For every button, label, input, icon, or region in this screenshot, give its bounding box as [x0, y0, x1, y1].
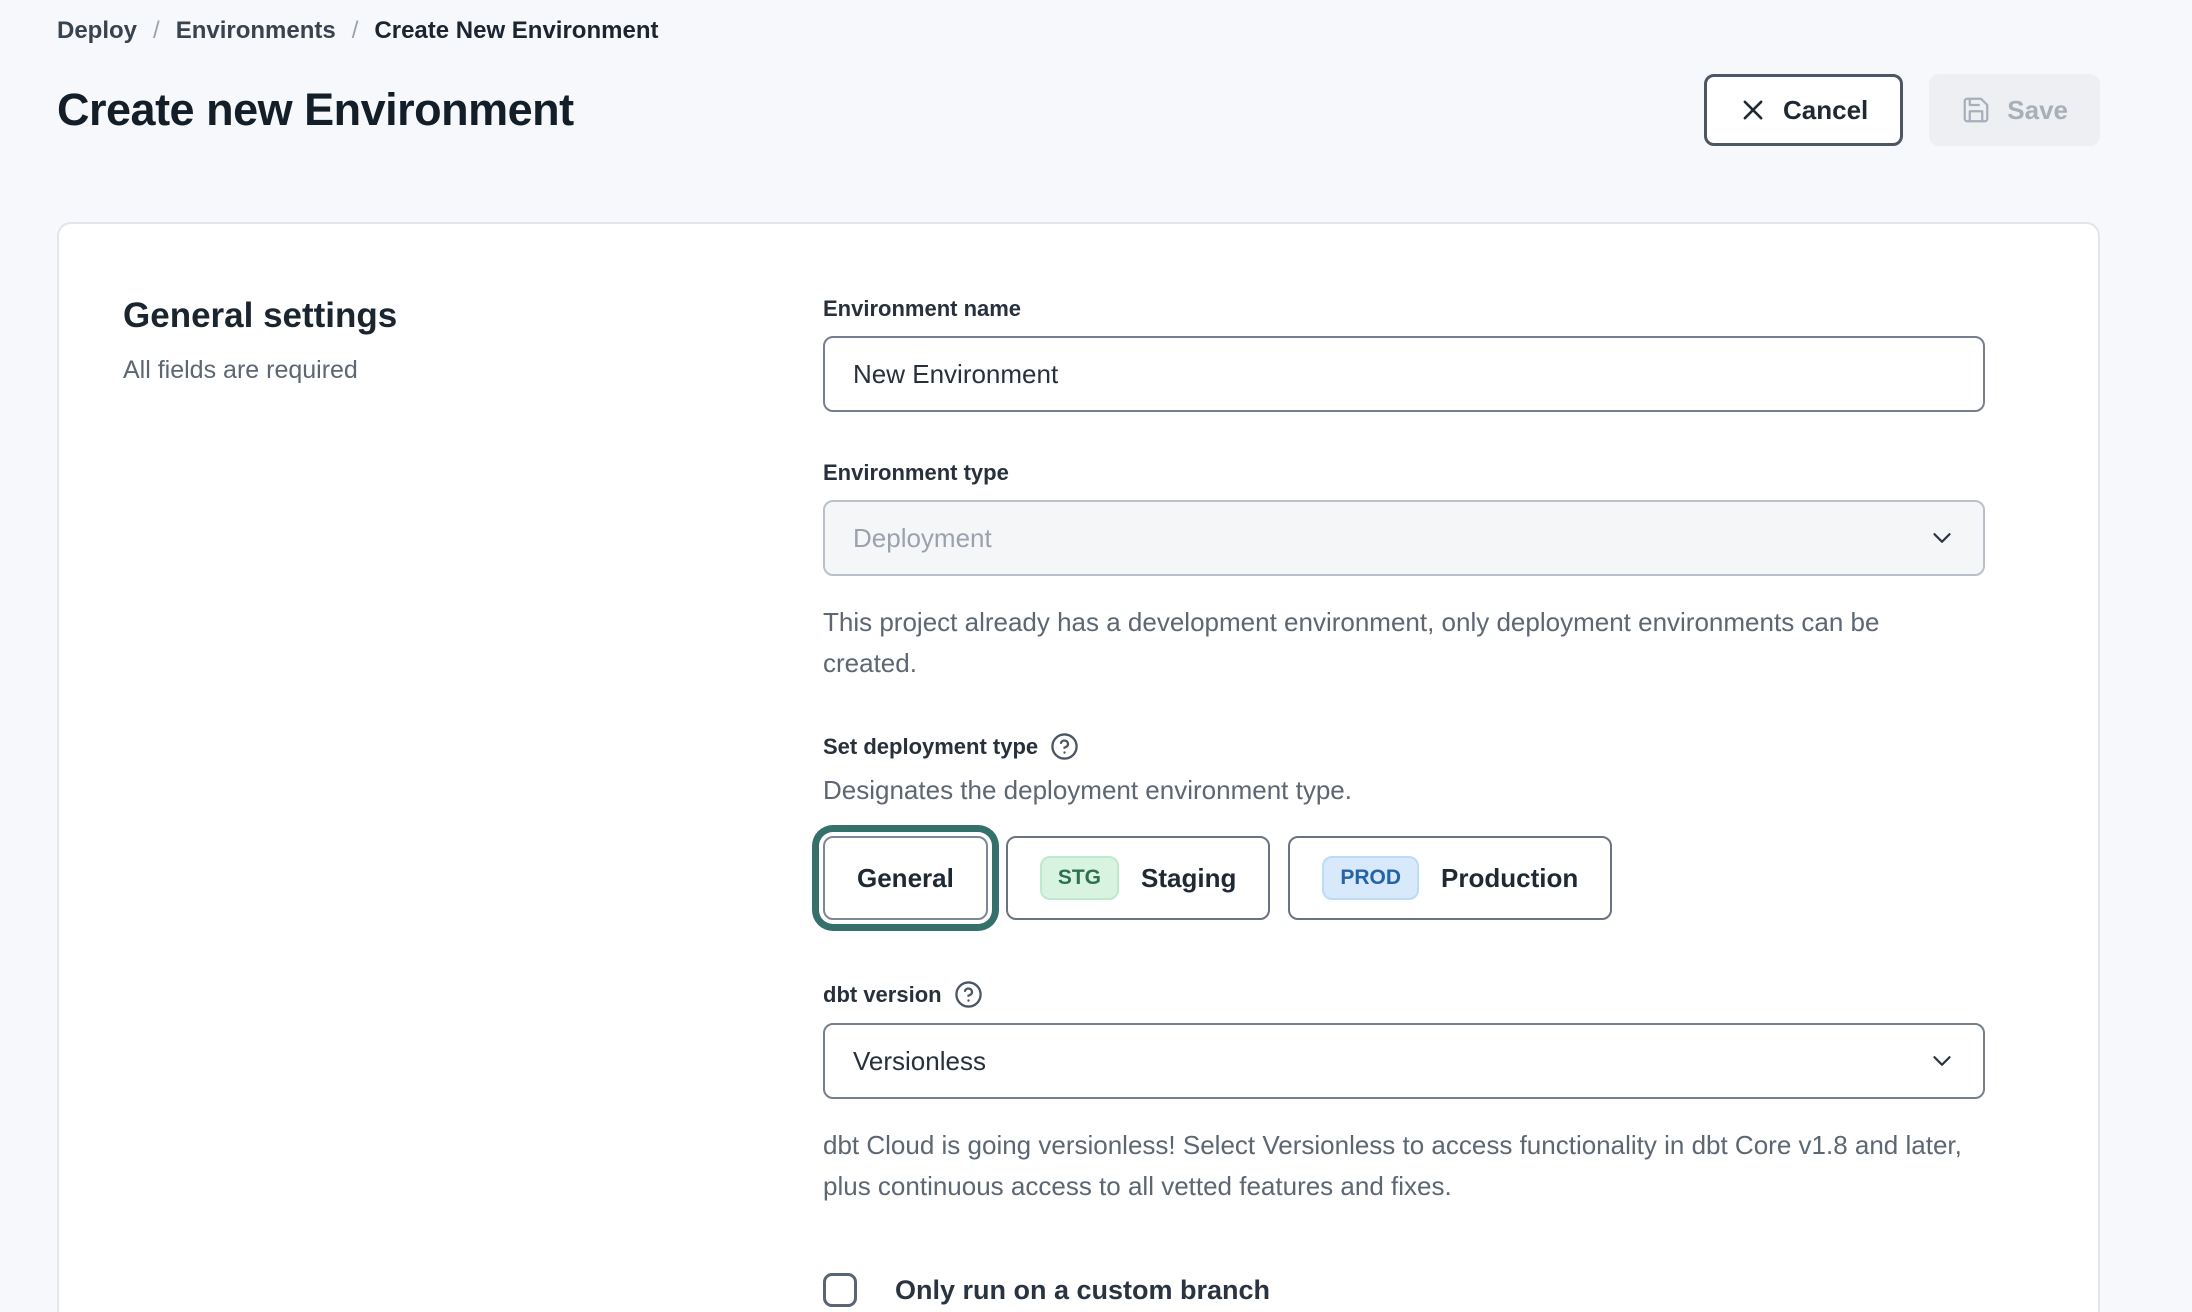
- deployment-type-description: Designates the deployment environment ty…: [823, 775, 1985, 806]
- section-intro: General settings All fields are required: [123, 296, 823, 1307]
- environment-type-select: Deployment: [823, 500, 1985, 576]
- stg-badge: STG: [1040, 856, 1119, 900]
- cancel-button[interactable]: Cancel: [1704, 74, 1903, 146]
- create-environment-page: Deploy / Environments / Create New Envir…: [0, 0, 2192, 1312]
- save-button[interactable]: Save: [1929, 74, 2100, 146]
- dbt-version-select[interactable]: Versionless: [823, 1023, 1985, 1099]
- deployment-type-label: Set deployment type: [823, 734, 1038, 760]
- dbt-version-help: dbt Cloud is going versionless! Select V…: [823, 1125, 1973, 1207]
- environment-name-input[interactable]: [823, 336, 1985, 412]
- deployment-type-label-row: Set deployment type: [823, 732, 1985, 761]
- chevron-down-icon: [1927, 1046, 1957, 1076]
- environment-type-value: Deployment: [853, 523, 992, 554]
- deployment-type-option-general[interactable]: General: [823, 836, 988, 920]
- save-button-label: Save: [2007, 95, 2068, 126]
- option-general-label: General: [857, 863, 954, 894]
- chevron-down-icon: [1927, 523, 1957, 553]
- deployment-type-options: General STG Staging PROD Production: [823, 836, 1985, 920]
- option-production-label: Production: [1441, 863, 1578, 894]
- close-icon: [1739, 96, 1767, 124]
- environment-form: Environment name Environment type Deploy…: [823, 296, 1985, 1307]
- deployment-type-option-production[interactable]: PROD Production: [1288, 836, 1612, 920]
- page-header: Deploy / Environments / Create New Envir…: [0, 0, 2192, 146]
- deployment-type-option-staging[interactable]: STG Staging: [1006, 836, 1271, 920]
- title-row: Create new Environment Cancel Save: [57, 74, 2100, 146]
- environment-type-help: This project already has a development e…: [823, 602, 1973, 684]
- environment-type-field: Environment type Deployment This project…: [823, 460, 1985, 684]
- general-settings-section: General settings All fields are required…: [59, 224, 2098, 1307]
- breadcrumb-current: Create New Environment: [374, 14, 658, 48]
- help-circle-icon[interactable]: [954, 980, 983, 1009]
- dbt-version-field: dbt version Versionless dbt Cloud: [823, 980, 1985, 1207]
- prod-badge: PROD: [1322, 856, 1419, 900]
- dbt-version-label-row: dbt version: [823, 980, 1985, 1009]
- header-actions: Cancel Save: [1704, 74, 2100, 146]
- dbt-version-label: dbt version: [823, 982, 942, 1008]
- environment-name-label: Environment name: [823, 296, 1985, 322]
- environment-name-field: Environment name: [823, 296, 1985, 412]
- breadcrumb-environments[interactable]: Environments: [176, 14, 336, 48]
- option-staging-label: Staging: [1141, 863, 1236, 894]
- cancel-button-label: Cancel: [1783, 95, 1868, 126]
- help-circle-icon[interactable]: [1050, 732, 1079, 761]
- settings-card: General settings All fields are required…: [57, 222, 2100, 1312]
- breadcrumb-separator: /: [153, 14, 160, 48]
- custom-branch-row: Only run on a custom branch: [823, 1273, 1985, 1307]
- breadcrumb-deploy[interactable]: Deploy: [57, 14, 137, 48]
- environment-type-label: Environment type: [823, 460, 1985, 486]
- page-title: Create new Environment: [57, 84, 574, 136]
- section-subtitle: All fields are required: [123, 356, 823, 385]
- custom-branch-label[interactable]: Only run on a custom branch: [895, 1275, 1270, 1306]
- breadcrumb: Deploy / Environments / Create New Envir…: [57, 14, 2100, 48]
- deployment-type-field: Set deployment type Designates the deplo…: [823, 732, 1985, 920]
- section-title: General settings: [123, 296, 823, 336]
- breadcrumb-separator: /: [352, 14, 359, 48]
- custom-branch-checkbox[interactable]: [823, 1273, 857, 1307]
- dbt-version-value: Versionless: [853, 1046, 986, 1077]
- save-icon: [1961, 95, 1991, 125]
